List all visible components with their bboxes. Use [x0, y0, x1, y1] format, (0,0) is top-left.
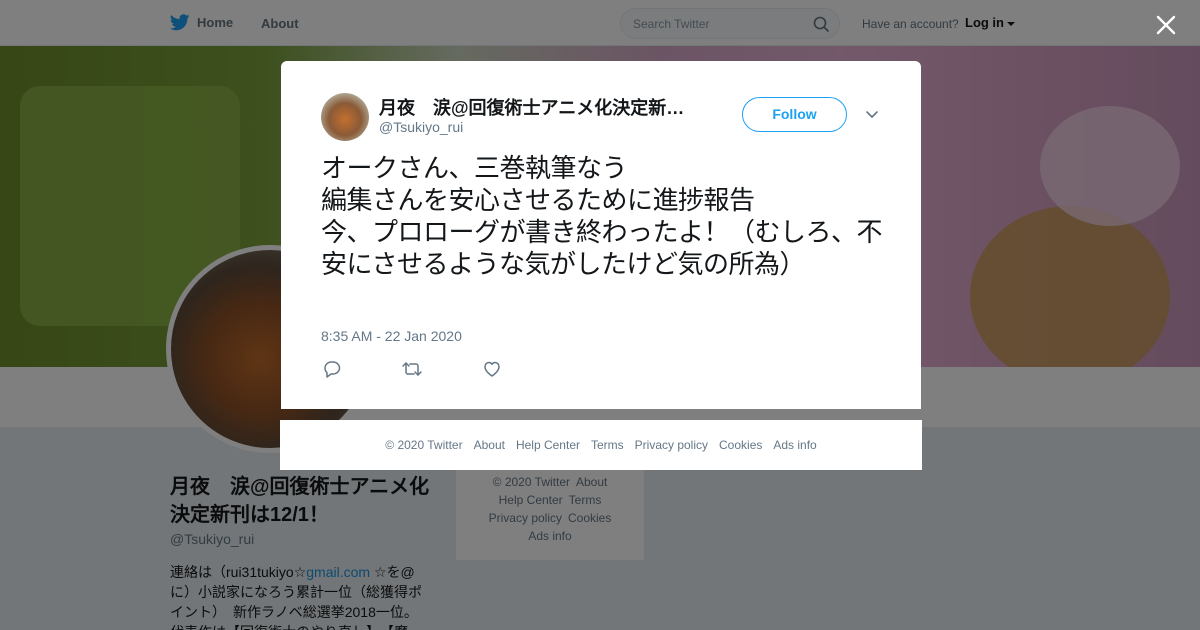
footer-copyright: © 2020 Twitter [385, 438, 463, 452]
tweet-actions [321, 359, 561, 381]
footer-link-terms[interactable]: Terms [591, 438, 624, 452]
modal-footer: © 2020 Twitter About Help Center Terms P… [280, 420, 922, 470]
follow-button[interactable]: Follow [742, 97, 847, 132]
footer-link-cookies[interactable]: Cookies [719, 438, 762, 452]
tweet-author-handle[interactable]: @Tsukiyo_rui [379, 119, 463, 135]
retweet-icon [402, 362, 422, 376]
tweet-author-avatar[interactable] [321, 93, 369, 141]
like-button[interactable] [481, 359, 561, 381]
tweet-timestamp[interactable]: 8:35 AM - 22 Jan 2020 [321, 328, 462, 344]
tweet-text: オークさん、三巻執筆なう 編集さんを安心させるために進捗報告 今、プロローグが書… [321, 154, 883, 280]
like-icon [484, 361, 500, 377]
tweet-permalink-modal: 月夜 涙@回復術士アニメ化決定新刊は12/1！ @Tsukiyo_rui Fol… [281, 61, 921, 409]
reply-icon [324, 361, 341, 378]
close-icon[interactable] [1155, 14, 1177, 36]
footer-link-ads-info[interactable]: Ads info [773, 438, 816, 452]
footer-link-help-center[interactable]: Help Center [516, 438, 580, 452]
chevron-down-icon[interactable] [865, 107, 879, 121]
tweet-author-name[interactable]: 月夜 涙@回復術士アニメ化決定新刊は12/1！ [379, 94, 694, 120]
reply-button[interactable] [321, 359, 401, 381]
retweet-button[interactable] [401, 359, 481, 381]
footer-link-about[interactable]: About [474, 438, 505, 452]
footer-link-privacy[interactable]: Privacy policy [635, 438, 708, 452]
